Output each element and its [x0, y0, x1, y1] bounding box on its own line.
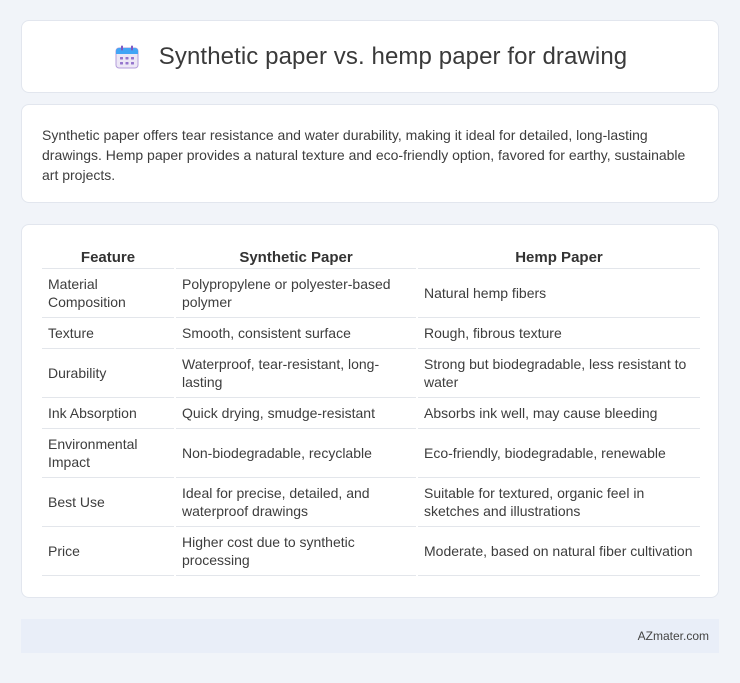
- hemp-cell: Suitable for textured, organic feel in s…: [418, 478, 700, 527]
- hemp-cell: Strong but biodegradable, less resistant…: [418, 349, 700, 398]
- table-row: Material Composition Polypropylene or po…: [42, 269, 700, 318]
- table-header-row: Feature Synthetic Paper Hemp Paper: [42, 245, 700, 269]
- table-card: Feature Synthetic Paper Hemp Paper Mater…: [21, 224, 719, 598]
- hemp-cell: Absorbs ink well, may cause bleeding: [418, 398, 700, 429]
- feature-cell: Durability: [42, 349, 174, 398]
- intro-text: Synthetic paper offers tear resistance a…: [42, 127, 686, 183]
- footer-bar: AZmater.com: [21, 619, 719, 653]
- hemp-cell: Eco-friendly, biodegradable, renewable: [418, 429, 700, 478]
- table-row: Ink Absorption Quick drying, smudge-resi…: [42, 398, 700, 429]
- synthetic-cell: Waterproof, tear-resistant, long-lasting: [176, 349, 416, 398]
- header-card: Synthetic paper vs. hemp paper for drawi…: [21, 20, 719, 93]
- page-title: Synthetic paper vs. hemp paper for drawi…: [158, 42, 628, 70]
- table-row: Durability Waterproof, tear-resistant, l…: [42, 349, 700, 398]
- synthetic-cell: Smooth, consistent surface: [176, 318, 416, 349]
- synthetic-cell: Higher cost due to synthetic processing: [176, 527, 416, 576]
- header-inner: Synthetic paper vs. hemp paper for drawi…: [113, 43, 627, 71]
- calendar-icon: [115, 45, 139, 68]
- table-row: Price Higher cost due to synthetic proce…: [42, 527, 700, 576]
- feature-cell: Best Use: [42, 478, 174, 527]
- header-feature: Feature: [42, 245, 174, 269]
- footer-source[interactable]: AZmater.com: [638, 629, 709, 643]
- feature-cell: Material Composition: [42, 269, 174, 318]
- header-hemp-paper: Hemp Paper: [418, 245, 700, 269]
- hemp-cell: Rough, fibrous texture: [418, 318, 700, 349]
- table-row: Best Use Ideal for precise, detailed, an…: [42, 478, 700, 527]
- feature-cell: Environmental Impact: [42, 429, 174, 478]
- synthetic-cell: Ideal for precise, detailed, and waterpr…: [176, 478, 416, 527]
- feature-cell: Price: [42, 527, 174, 576]
- table-row: Texture Smooth, consistent surface Rough…: [42, 318, 700, 349]
- table-row: Environmental Impact Non-biodegradable, …: [42, 429, 700, 478]
- hemp-cell: Natural hemp fibers: [418, 269, 700, 318]
- comparison-table: Feature Synthetic Paper Hemp Paper Mater…: [40, 245, 702, 576]
- synthetic-cell: Non-biodegradable, recyclable: [176, 429, 416, 478]
- feature-cell: Ink Absorption: [42, 398, 174, 429]
- synthetic-cell: Polypropylene or polyester-based polymer: [176, 269, 416, 318]
- intro-card: Synthetic paper offers tear resistance a…: [21, 104, 719, 203]
- header-synthetic-paper: Synthetic Paper: [176, 245, 416, 269]
- synthetic-cell: Quick drying, smudge-resistant: [176, 398, 416, 429]
- feature-cell: Texture: [42, 318, 174, 349]
- hemp-cell: Moderate, based on natural fiber cultiva…: [418, 527, 700, 576]
